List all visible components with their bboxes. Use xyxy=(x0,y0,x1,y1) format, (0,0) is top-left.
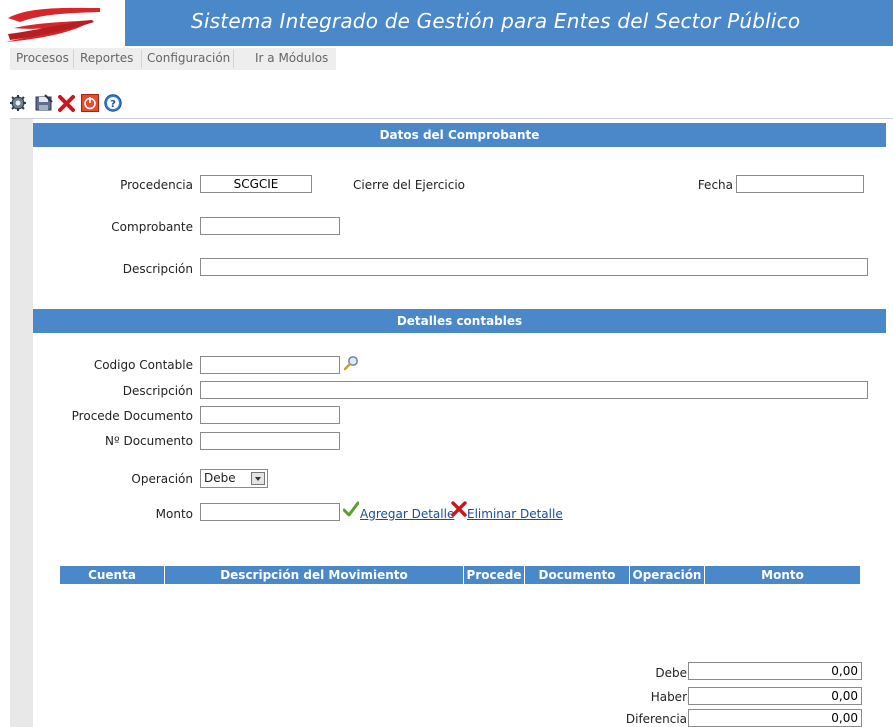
detail-grid-header: Cuenta Descripción del Movimiento Proced… xyxy=(60,566,860,584)
procede-documento-field[interactable] xyxy=(200,406,340,424)
column-header-documento[interactable]: Documento xyxy=(525,566,629,584)
menu-item-configuracion[interactable]: Configuración xyxy=(147,51,230,65)
left-margin-strip xyxy=(10,119,33,727)
menu-item-ir-a-modulos[interactable]: Ir a Módulos xyxy=(255,51,328,65)
column-header-monto[interactable]: Monto xyxy=(705,566,860,584)
menu-divider xyxy=(73,50,74,68)
procedencia-label: Procedencia xyxy=(120,178,193,192)
fecha-label: Fecha xyxy=(697,178,733,192)
procede-documento-label: Procede Documento xyxy=(71,409,193,423)
detalle-descripcion-label: Descripción xyxy=(122,384,193,398)
remove-icon[interactable] xyxy=(451,501,467,517)
total-haber-field xyxy=(688,687,862,705)
procedencia-field[interactable] xyxy=(200,175,312,193)
menu-divider xyxy=(141,50,142,68)
menu-strip: Procesos Reportes Configuración Ir a Mód… xyxy=(10,48,336,70)
detalle-descripcion-field[interactable] xyxy=(200,381,868,399)
menu-divider xyxy=(233,50,234,68)
section-header-detalles: Detalles contables xyxy=(33,309,886,333)
numero-documento-label: Nº Documento xyxy=(105,434,193,448)
menu-bar: Procesos Reportes Configuración Ir a Mód… xyxy=(0,48,893,70)
column-header-operacion[interactable]: Operación xyxy=(630,566,704,584)
descripcion-label: Descripción xyxy=(122,262,193,276)
help-icon[interactable]: ? xyxy=(104,94,122,112)
procedencia-description: Cierre del Ejercicio xyxy=(353,178,466,192)
delete-icon[interactable] xyxy=(58,94,76,112)
codigo-contable-label: Codigo Contable xyxy=(93,358,193,372)
frame-border xyxy=(10,118,893,119)
menu-item-reportes[interactable]: Reportes xyxy=(80,51,133,65)
total-debe-field xyxy=(688,662,862,680)
new-icon[interactable] xyxy=(9,94,27,112)
column-header-procede[interactable]: Procede xyxy=(464,566,524,584)
codigo-contable-field[interactable] xyxy=(200,356,340,374)
operacion-select[interactable]: Debe xyxy=(200,469,268,488)
comprobante-field[interactable] xyxy=(200,217,340,235)
total-diferencia-field xyxy=(688,709,862,727)
total-debe-label: Debe xyxy=(655,666,687,680)
total-haber-label: Haber xyxy=(650,690,687,704)
title-bar: Sistema Integrado de Gestión para Entes … xyxy=(125,0,893,46)
checkmark-icon[interactable] xyxy=(342,501,360,517)
app-logo xyxy=(0,0,125,46)
app-title: Sistema Integrado de Gestión para Entes … xyxy=(191,9,801,33)
monto-field[interactable] xyxy=(200,503,340,521)
agregar-detalle-link[interactable]: Agregar Detalle xyxy=(360,507,454,521)
numero-documento-field[interactable] xyxy=(200,432,340,450)
column-header-cuenta[interactable]: Cuenta xyxy=(60,566,164,584)
fecha-field[interactable] xyxy=(736,175,864,193)
eliminar-detalle-link[interactable]: Eliminar Detalle xyxy=(467,507,563,521)
chevron-down-icon[interactable] xyxy=(251,472,265,485)
search-icon[interactable] xyxy=(343,355,359,371)
total-diferencia-label: Diferencia xyxy=(625,712,687,726)
app-header: Sistema Integrado de Gestión para Entes … xyxy=(0,0,893,46)
exit-icon[interactable] xyxy=(81,94,99,112)
svg-text:?: ? xyxy=(110,99,116,110)
monto-label: Monto xyxy=(155,507,193,521)
toolbar: ? xyxy=(9,94,159,114)
comprobante-label: Comprobante xyxy=(111,220,193,234)
operacion-label: Operación xyxy=(131,472,193,486)
column-header-descripcion[interactable]: Descripción del Movimiento xyxy=(165,566,463,584)
save-icon[interactable] xyxy=(35,94,53,112)
operacion-selected-value: Debe xyxy=(204,471,236,485)
section-header-comprobante: Datos del Comprobante xyxy=(33,123,886,147)
descripcion-field[interactable] xyxy=(200,258,868,276)
menu-item-procesos[interactable]: Procesos xyxy=(16,51,69,65)
